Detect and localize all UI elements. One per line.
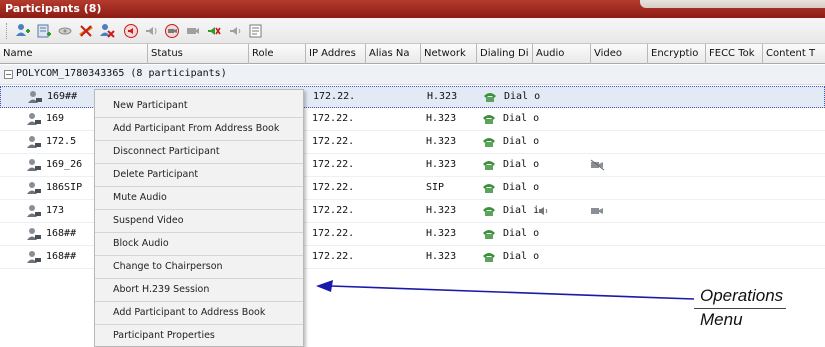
callout-line-2: Menu xyxy=(700,310,743,329)
callout-line-1: Operations xyxy=(700,286,784,305)
callout-underline xyxy=(694,308,786,309)
